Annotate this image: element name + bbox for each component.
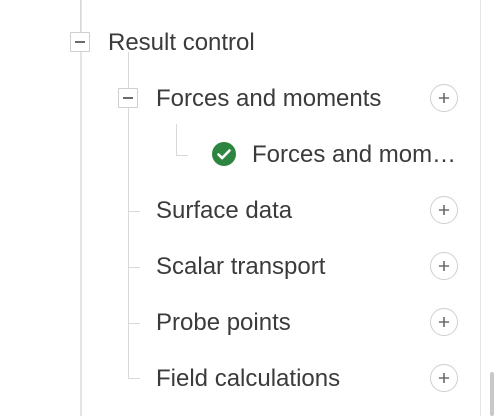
plus-icon bbox=[439, 205, 449, 215]
forces-child-guide bbox=[176, 124, 177, 156]
plus-icon bbox=[439, 373, 449, 383]
scalar-transport-label: Scalar transport bbox=[156, 253, 326, 280]
probe-points-add-button[interactable] bbox=[430, 308, 458, 336]
surface-data-connector bbox=[128, 211, 140, 212]
forces-child-connector bbox=[176, 155, 188, 156]
tree-outer-rail bbox=[80, 0, 82, 416]
result-control-collapse-toggle[interactable] bbox=[70, 32, 90, 52]
forces-and-moments-label: Forces and moments bbox=[156, 85, 382, 112]
result-control-label: Result control bbox=[108, 29, 255, 56]
probe-points-label: Probe points bbox=[156, 309, 291, 336]
forces-and-moments-collapse-toggle[interactable] bbox=[118, 88, 138, 108]
field-calculations-add-button[interactable] bbox=[430, 364, 458, 392]
field-calculations-label: Field calculations bbox=[156, 365, 341, 392]
field-calculations-connector bbox=[128, 378, 140, 379]
surface-data-label: Surface data bbox=[156, 197, 293, 224]
forces-and-moments-add-button[interactable] bbox=[430, 84, 458, 112]
check-circle-icon bbox=[212, 142, 236, 166]
forces-child-label[interactable]: Forces and mom… bbox=[252, 140, 456, 170]
plus-icon bbox=[439, 93, 449, 103]
scalar-transport-connector bbox=[128, 267, 140, 268]
plus-icon bbox=[439, 317, 449, 327]
panel-right-border bbox=[480, 0, 481, 416]
tree-guide-line bbox=[80, 0, 81, 33]
surface-data-add-button[interactable] bbox=[430, 196, 458, 224]
probe-points-connector bbox=[128, 323, 140, 324]
plus-icon bbox=[439, 261, 449, 271]
scalar-transport-add-button[interactable] bbox=[430, 252, 458, 280]
scrollbar-thumb[interactable] bbox=[490, 372, 494, 416]
